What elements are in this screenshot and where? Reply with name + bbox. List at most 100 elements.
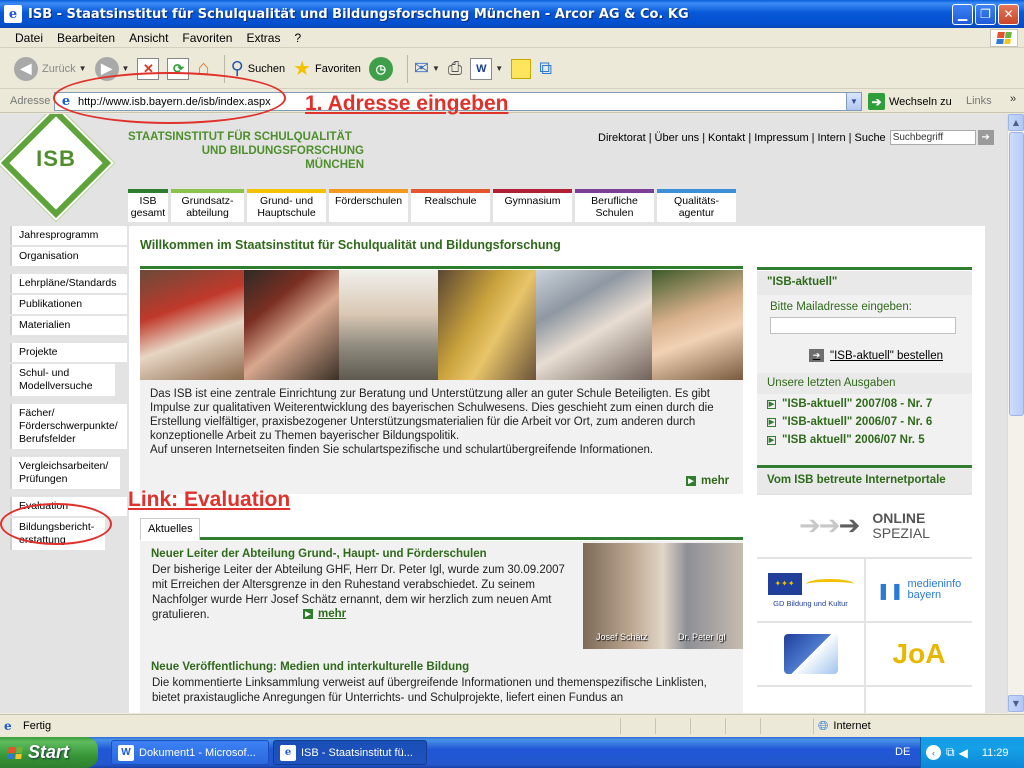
news-text-1: Der bisherige Leiter der Abteilung GHF, … (152, 564, 565, 621)
task-word[interactable]: W Dokument1 - Microsof... (111, 740, 269, 765)
history-button[interactable]: ◷ (368, 56, 393, 81)
issue-link-1[interactable]: ▶ "ISB-aktuell" 2007/08 - Nr. 7 (767, 398, 972, 410)
tray-chevron-icon[interactable]: ‹ (926, 745, 941, 760)
sidebar-item-vergleichsarbeiten[interactable]: Vergleichsarbeiten/ Prüfungen (10, 457, 120, 489)
favorites-button[interactable]: ★ Favoriten (293, 56, 361, 81)
link-impressum[interactable]: Impressum (754, 132, 808, 144)
intro-text: Das ISB ist eine zentrale Einrichtung zu… (150, 387, 736, 457)
minimize-button[interactable]: ▁ (952, 3, 973, 25)
portal-bavaria-eu[interactable] (757, 623, 864, 685)
annotation-ellipse-evaluation (0, 503, 112, 545)
start-button[interactable]: Start (0, 737, 98, 768)
site-search-input[interactable]: Suchbegriff (889, 130, 976, 145)
sidebar-item-modellversuche[interactable]: Schul- und Modellversuche (10, 364, 115, 396)
security-zone: 🌐︎ Internet (813, 718, 871, 734)
favorites-label: Favoriten (315, 62, 361, 75)
tab-grundsatzabteilung[interactable]: Grundsatz-abteilung (171, 189, 244, 222)
task-ie[interactable]: e ISB - Staatsinstitut fü... (273, 740, 427, 765)
portal-gd-bildung[interactable]: ✦✦✦ GD Bildung und Kultur (757, 559, 864, 621)
notes-button[interactable] (511, 58, 532, 79)
menu-help[interactable]: ? (287, 31, 308, 45)
intro-paragraph-2: Auf unseren Internetseiten finden Sie sc… (150, 444, 654, 456)
history-icon: ◷ (368, 56, 393, 81)
edit-button[interactable]: W ▼ (470, 57, 503, 80)
bestellen-label: "ISB-aktuell" bestellen (830, 349, 944, 362)
print-button[interactable]: ⎙ (448, 58, 462, 79)
search-go-arrow-icon[interactable]: ➔ (977, 130, 994, 145)
sidebar-item-materialien[interactable]: Materialien (10, 316, 127, 335)
link-kontakt[interactable]: Kontakt (708, 132, 745, 144)
email-field[interactable] (770, 317, 956, 334)
links-label[interactable]: Links (966, 95, 992, 107)
news-mehr-label: mehr (318, 608, 347, 620)
go-button[interactable]: ➔ Wechseln zu (868, 93, 952, 110)
link-ueber-uns[interactable]: Über uns (655, 132, 700, 144)
menu-favoriten[interactable]: Favoriten (175, 31, 239, 45)
network-icon[interactable]: ⧉ (946, 745, 955, 760)
scroll-thumb[interactable] (1009, 132, 1024, 416)
clock[interactable]: 11:29 (982, 747, 1009, 759)
gd-label: GD Bildung und Kultur (773, 598, 848, 608)
portal-online-spezial[interactable]: ➔➔ ➔ ONLINE SPEZIAL (757, 495, 972, 557)
swoosh-icon (805, 578, 854, 589)
back-button[interactable]: ◀ Zurück ▼ (14, 56, 87, 81)
menu-bearbeiten[interactable]: Bearbeiten (50, 31, 122, 45)
portal-medieninfo[interactable]: ❚❚ medieninfo bayern (866, 559, 972, 621)
tab-grund-hauptschule[interactable]: Grund- und Hauptschule (247, 189, 326, 222)
tab-label: gesamt (130, 207, 166, 219)
tab-gymnasium[interactable]: Gymnasium (493, 189, 572, 222)
arrow-right-icon: ▶ (303, 609, 313, 619)
windows-flag-icon (990, 29, 1018, 47)
news-title-1[interactable]: Neuer Leiter der Abteilung Grund-, Haupt… (151, 548, 487, 560)
section-tabs: ISB gesamt Grundsatz-abteilung Grund- und… (128, 189, 739, 222)
news-title-2[interactable]: Neue Veröffentlichung: Medien und interk… (151, 661, 469, 673)
portal-extra-2[interactable] (866, 687, 972, 713)
search-button[interactable]: ⚲ Suchen (231, 58, 286, 79)
arrow-right-icon: ▶ (767, 399, 776, 409)
mehr-link[interactable]: ▶ mehr (686, 475, 729, 487)
sidebar-item-lehrplaene[interactable]: Lehrpläne/Standards (10, 274, 127, 293)
tab-qualitaetsagentur[interactable]: Qualitäts-agentur (657, 189, 736, 222)
menu-extras[interactable]: Extras (239, 31, 287, 45)
scroll-up-icon[interactable]: ▲ (1008, 114, 1024, 131)
scroll-down-icon[interactable]: ▼ (1008, 695, 1024, 712)
tab-aktuelles[interactable]: Aktuelles (140, 518, 200, 540)
chevron-down-icon[interactable]: ▼ (846, 93, 861, 110)
tab-label: Gymnasium (504, 195, 561, 207)
chevron-right-icon[interactable]: » (1010, 93, 1016, 105)
task-label: Dokument1 - Microsof... (139, 746, 256, 759)
language-indicator[interactable]: DE (895, 746, 910, 758)
photo-basketball (140, 270, 244, 380)
globe-icon: 🌐︎ (818, 718, 829, 733)
portal-extra-1[interactable] (757, 687, 864, 713)
issue-link-3[interactable]: ▶ "ISB aktuell" 2006/07 Nr. 5 (767, 434, 972, 446)
tab-berufliche-schulen[interactable]: Berufliche Schulen (575, 189, 654, 222)
close-button[interactable]: ✕ (998, 3, 1019, 25)
tab-isb-gesamt[interactable]: ISB gesamt (128, 189, 168, 222)
menu-ansicht[interactable]: Ansicht (122, 31, 175, 45)
sidebar-item-faecher[interactable]: Fächer/ Förderschwerpunkte/ Berufsfelder (10, 404, 127, 449)
issue-link-2[interactable]: ▶ "ISB-aktuell" 2006/07 - Nr. 6 (767, 416, 972, 428)
link-direktorat[interactable]: Direktorat (598, 132, 646, 144)
restore-button[interactable]: ❐ (975, 3, 996, 25)
sidebar-item-organisation[interactable]: Organisation (10, 247, 127, 266)
news-photo: Josef Schätz Dr. Peter Igl (583, 543, 743, 649)
menu-datei[interactable]: Datei (8, 31, 50, 45)
task-label: ISB - Staatsinstitut fü... (301, 746, 413, 759)
link-intern[interactable]: Intern (817, 132, 845, 144)
messenger-button[interactable]: ⧉ (539, 58, 552, 79)
sidebar-item-publikationen[interactable]: Publikationen (10, 295, 127, 314)
bestellen-link[interactable]: ➔ "ISB-aktuell" bestellen (809, 349, 943, 362)
volume-icon[interactable]: ◀ (959, 746, 968, 760)
arrow-icon: ➔ (838, 511, 861, 541)
tab-realschule[interactable]: Realschule (411, 189, 490, 222)
sidebar-item-jahresprogramm[interactable]: Jahresprogramm (10, 226, 127, 245)
vertical-scrollbar[interactable]: ▲ ▼ (1007, 114, 1024, 713)
mail-button[interactable]: ✉ ▼ (414, 58, 440, 79)
news-mehr-link[interactable]: ▶ mehr (303, 608, 346, 620)
photo-strip (140, 270, 743, 380)
portal-joa[interactable]: JoA (866, 623, 972, 685)
sidebar-item-projekte[interactable]: Projekte (10, 343, 127, 362)
tab-foerderschulen[interactable]: Förderschulen (329, 189, 408, 222)
bavaria-eu-icon (783, 634, 838, 674)
